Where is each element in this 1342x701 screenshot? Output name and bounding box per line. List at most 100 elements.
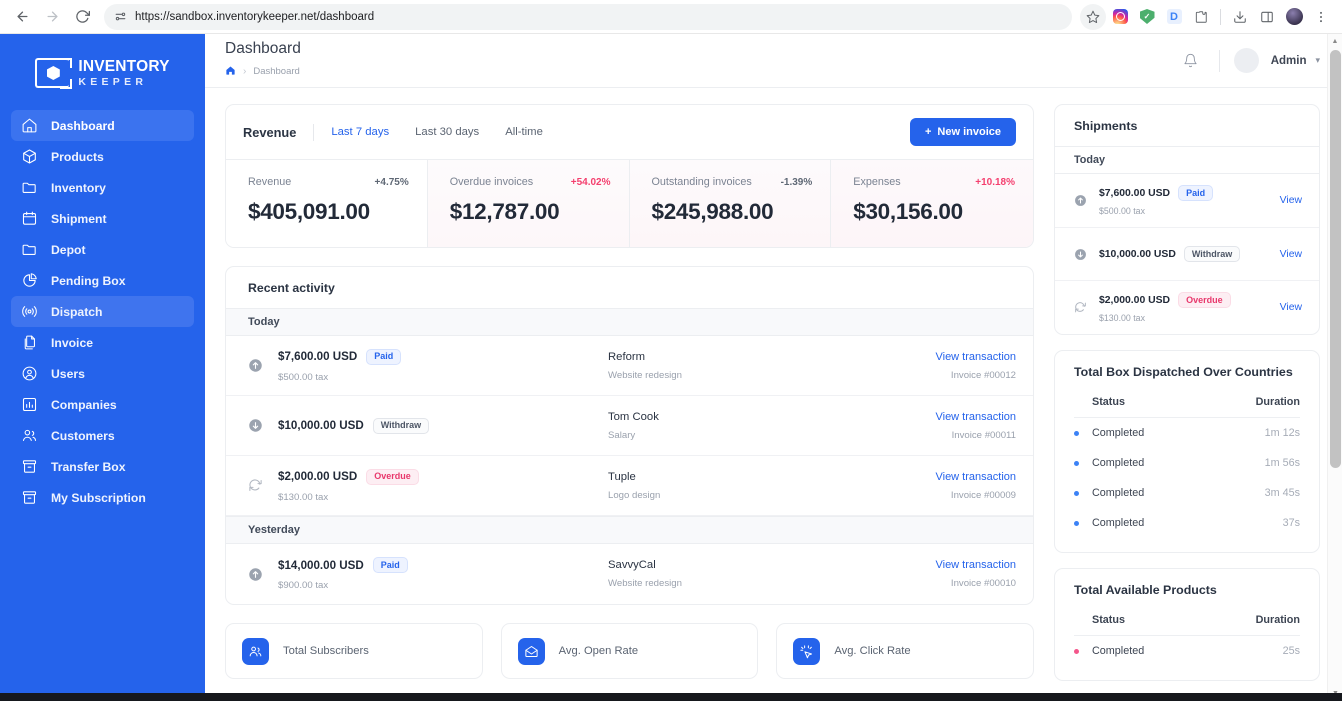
address-bar[interactable]: https://sandbox.inventorykeeper.net/dash… [104, 4, 1072, 30]
dictionary-extension-icon[interactable]: D [1161, 4, 1187, 30]
list-item[interactable]: $2,000.00 USD Overdue $130.00 tax View [1055, 281, 1319, 334]
sidebar-item-products[interactable]: Products [11, 141, 194, 172]
sidebar-item-customers[interactable]: Customers [11, 420, 194, 451]
table-row[interactable]: $14,000.00 USD Paid $900.00 tax SavvyCal… [226, 544, 1033, 604]
reload-icon[interactable] [68, 3, 96, 31]
status-dot-icon [1074, 491, 1079, 496]
client-description: Website redesign [608, 370, 866, 381]
products-table: Status Duration Completed 25s [1055, 610, 1319, 680]
breadcrumb-separator: › [243, 66, 246, 77]
client-description: Website redesign [608, 578, 866, 589]
client-name: Tom Cook [608, 411, 866, 423]
status-badge: Withdraw [373, 418, 429, 434]
page-scrollbar[interactable]: ▲ ▼ [1327, 34, 1342, 701]
new-invoice-button[interactable]: + New invoice [910, 118, 1016, 146]
shipment-amount: $2,000.00 USD [1099, 295, 1170, 306]
scrollbar-thumb[interactable] [1330, 50, 1341, 468]
kpi-delta: +10.18% [975, 177, 1015, 188]
sidebar-item-label: Transfer Box [51, 460, 126, 474]
table-row: Completed 25s [1074, 636, 1300, 666]
header-divider [1219, 50, 1220, 72]
home-icon [21, 117, 38, 134]
avatar[interactable] [1234, 48, 1259, 73]
notification-bell-icon[interactable] [1177, 47, 1205, 75]
activity-group-label-today: Today [226, 308, 1033, 336]
list-item[interactable]: $7,600.00 USD Paid $500.00 tax View [1055, 174, 1319, 228]
left-column: Revenue Last 7 days Last 30 days All-tim… [225, 104, 1034, 701]
toolbar-divider [1220, 9, 1221, 25]
back-arrow-icon[interactable] [8, 3, 36, 31]
home-icon[interactable] [225, 63, 236, 81]
three-dot-menu-icon[interactable] [1308, 4, 1334, 30]
puzzle-extension-icon[interactable] [1188, 4, 1214, 30]
sidebar-item-label: Dispatch [51, 305, 102, 319]
stat-card-label: Avg. Click Rate [834, 645, 910, 657]
status-dot-icon [1074, 649, 1079, 654]
available-products-panel: Total Available Products Status Duration… [1054, 568, 1320, 681]
kpi-delta: -1.39% [781, 177, 813, 188]
profile-avatar-icon[interactable] [1281, 4, 1307, 30]
client-name: SavvyCal [608, 559, 866, 571]
table-row: Completed 37s [1074, 508, 1300, 538]
shield-extension-icon[interactable]: ✓ [1134, 4, 1160, 30]
chevron-down-icon[interactable]: ▾ [1315, 55, 1320, 66]
sidebar-item-label: Inventory [51, 181, 106, 195]
revenue-divider [313, 124, 314, 141]
new-invoice-label: New invoice [937, 126, 1001, 138]
shipments-panel: Shipments Today $7,600.00 USD Paid $500.… [1054, 104, 1320, 335]
table-row[interactable]: $10,000.00 USD Withdraw Tom Cook Salary … [226, 396, 1033, 456]
scroll-up-arrow-icon[interactable]: ▲ [1328, 34, 1342, 49]
instagram-extension-icon[interactable] [1107, 4, 1133, 30]
sidebar-item-my-subscription[interactable]: My Subscription [11, 482, 194, 513]
plus-icon: + [925, 126, 931, 138]
view-link[interactable]: View [1272, 302, 1302, 313]
stat-card-avg-click-rate[interactable]: Avg. Click Rate [776, 623, 1034, 679]
sidebar-item-companies[interactable]: Companies [11, 389, 194, 420]
breadcrumb-current: Dashboard [253, 66, 299, 77]
document-copy-icon [21, 334, 38, 351]
shipments-group-label: Today [1055, 146, 1319, 174]
kpi-outstanding-invoices: Outstanding invoices-1.39% $245,988.00 [630, 160, 832, 247]
sidebar-item-dispatch[interactable]: Dispatch [11, 296, 194, 327]
revenue-title: Revenue [243, 125, 296, 140]
transaction-tax: $900.00 tax [278, 580, 608, 591]
status-text: Completed [1092, 457, 1144, 469]
view-transaction-link[interactable]: View transaction [866, 351, 1016, 363]
view-link[interactable]: View [1272, 249, 1302, 260]
side-panel-icon[interactable] [1254, 4, 1280, 30]
table-row: Completed 3m 45s [1074, 478, 1300, 508]
stat-card-avg-open-rate[interactable]: Avg. Open Rate [501, 623, 759, 679]
sidebar-item-users[interactable]: Users [11, 358, 194, 389]
forward-arrow-icon[interactable] [38, 3, 66, 31]
site-settings-icon[interactable] [114, 10, 127, 23]
sidebar-item-depot[interactable]: Depot [11, 234, 194, 265]
tab-last-7-days[interactable]: Last 7 days [331, 126, 389, 138]
user-name[interactable]: Admin [1271, 55, 1307, 67]
download-icon[interactable] [1227, 4, 1253, 30]
stat-card-total-subscribers[interactable]: Total Subscribers [225, 623, 483, 679]
star-icon[interactable] [1080, 4, 1106, 30]
invoice-number: Invoice #00011 [866, 430, 1016, 441]
app-shell: INVENTORY KEEPER Dashboard Products Inve… [0, 34, 1342, 701]
tab-last-30-days[interactable]: Last 30 days [415, 126, 479, 138]
sidebar-item-pending-box[interactable]: Pending Box [11, 265, 194, 296]
view-transaction-link[interactable]: View transaction [866, 471, 1016, 483]
app-logo[interactable]: INVENTORY KEEPER [0, 44, 205, 110]
sidebar-item-transfer-box[interactable]: Transfer Box [11, 451, 194, 482]
sidebar-item-label: Depot [51, 243, 86, 257]
view-transaction-link[interactable]: View transaction [866, 411, 1016, 423]
sidebar-item-shipment[interactable]: Shipment [11, 203, 194, 234]
list-item[interactable]: $10,000.00 USD Withdraw View [1055, 228, 1319, 281]
view-transaction-link[interactable]: View transaction [866, 559, 1016, 571]
kpi-revenue: Revenue+4.75% $405,091.00 [226, 160, 428, 247]
table-row[interactable]: $7,600.00 USD Paid $500.00 tax Reform We… [226, 336, 1033, 396]
tab-all-time[interactable]: All-time [505, 126, 543, 138]
url-text: https://sandbox.inventorykeeper.net/dash… [135, 11, 374, 23]
kpi-value: $30,156.00 [853, 199, 1015, 225]
table-row[interactable]: $2,000.00 USD Overdue $130.00 tax Tuple … [226, 456, 1033, 516]
view-link[interactable]: View [1272, 195, 1302, 206]
column-header-duration: Duration [1256, 614, 1300, 626]
sidebar-item-invoice[interactable]: Invoice [11, 327, 194, 358]
sidebar-item-inventory[interactable]: Inventory [11, 172, 194, 203]
sidebar-item-dashboard[interactable]: Dashboard [11, 110, 194, 141]
